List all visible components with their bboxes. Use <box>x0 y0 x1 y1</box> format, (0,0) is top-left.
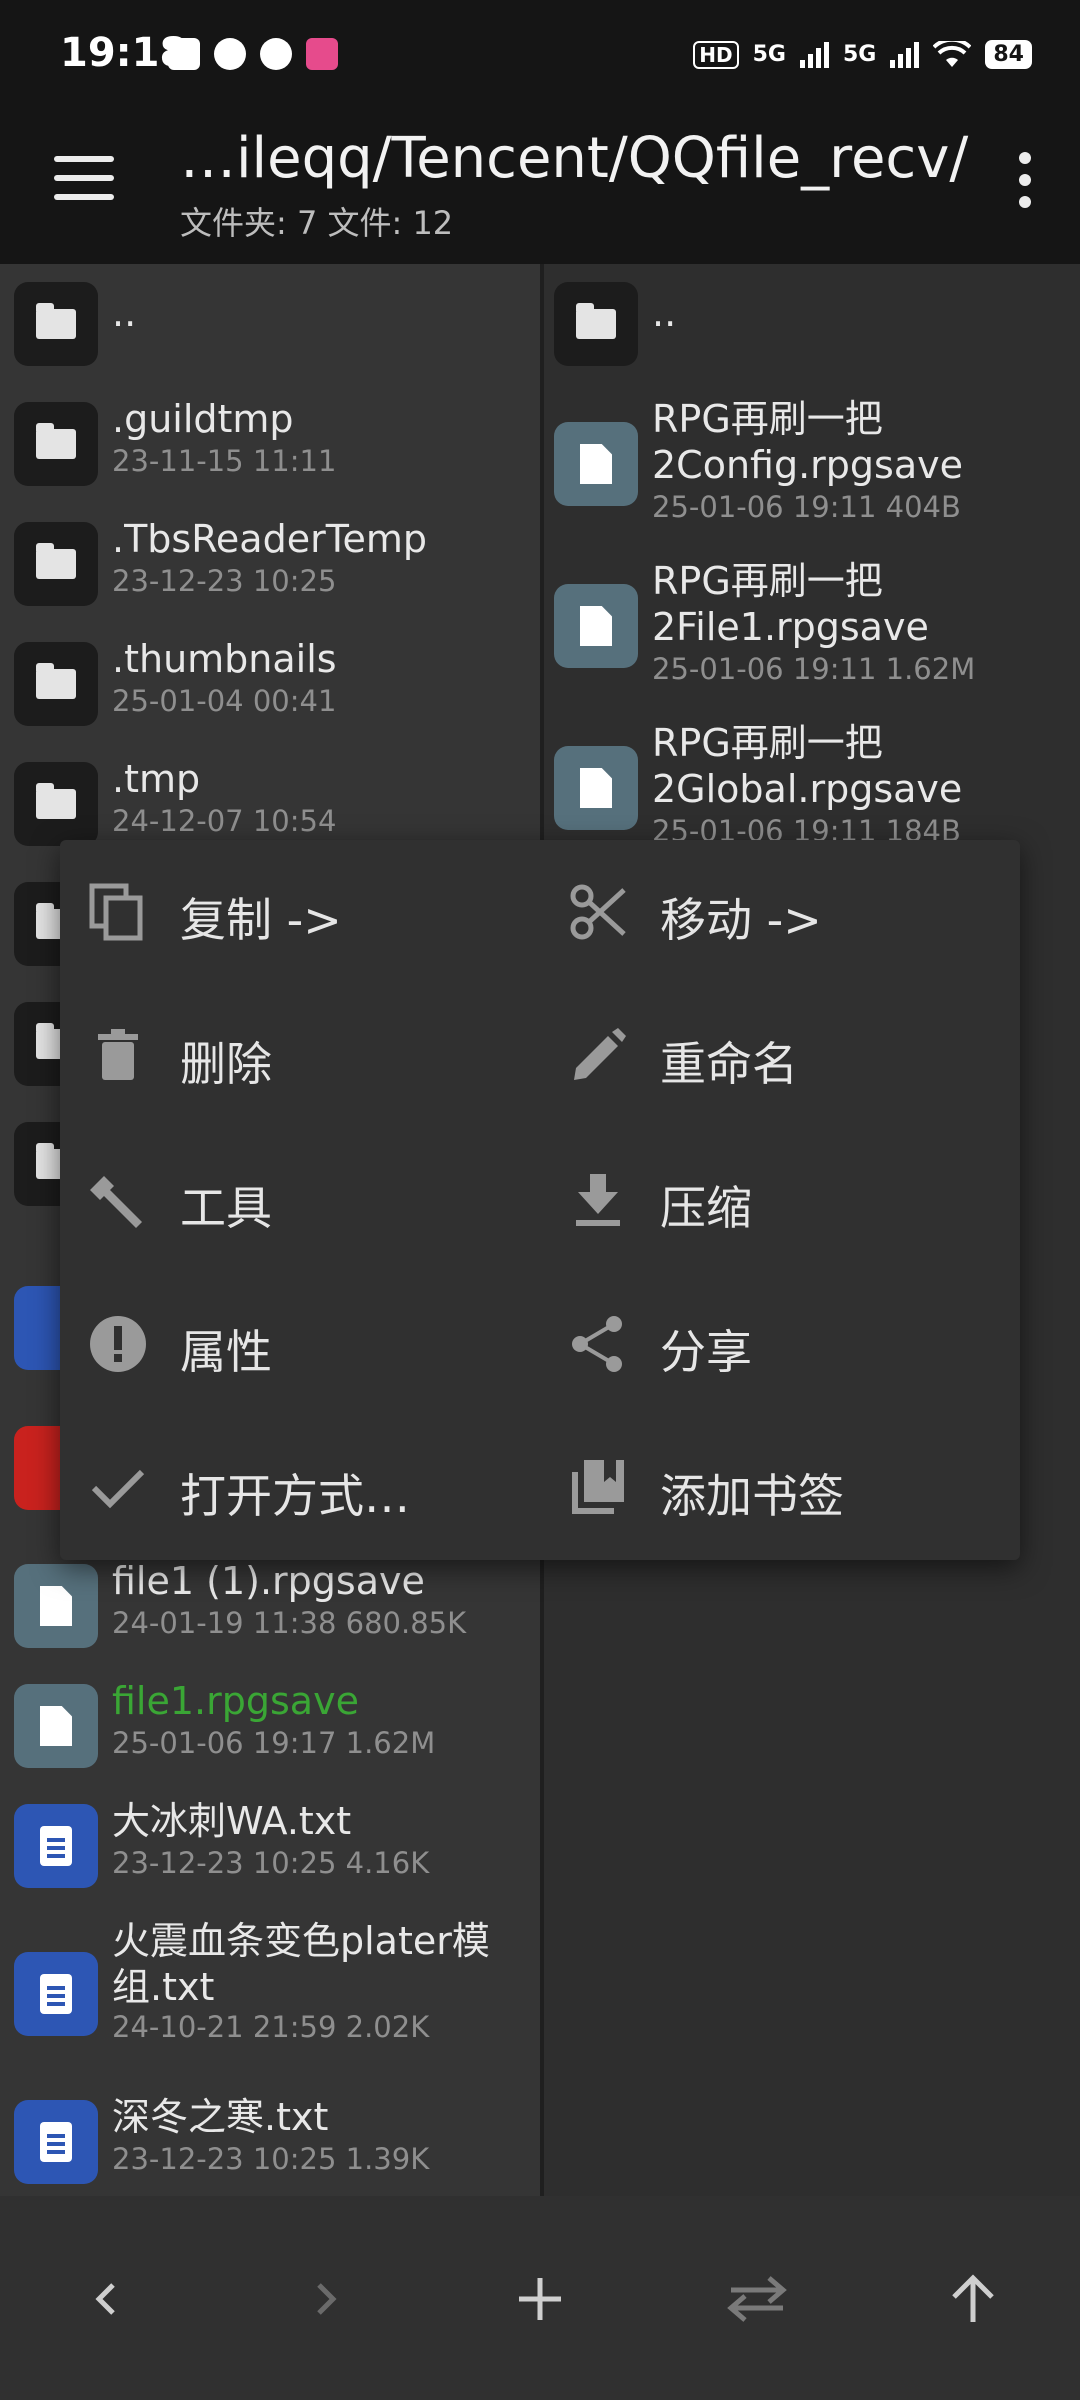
menu-item-properties[interactable]: 属性 <box>60 1272 530 1416</box>
menu-item-share[interactable]: 分享 <box>540 1272 1010 1416</box>
menu-item-copy[interactable]: 复制 -> <box>60 840 530 984</box>
delete-icon <box>88 1026 148 1086</box>
menu-item-label: 压缩 <box>660 1181 752 1235</box>
context-menu: 复制 -> 移动 -> 删除 重命名 工具 压缩 属性 分享 打开方式… 添加书… <box>60 840 1020 1560</box>
menu-item-move[interactable]: 移动 -> <box>540 840 1010 984</box>
wrench-icon <box>88 1170 148 1230</box>
menu-item-label: 添加书签 <box>660 1469 844 1523</box>
share-icon <box>568 1314 628 1374</box>
cut-icon <box>568 882 628 942</box>
menu-item-tools[interactable]: 工具 <box>60 1128 530 1272</box>
menu-item-label: 复制 -> <box>180 893 342 947</box>
menu-item-open-with[interactable]: 打开方式… <box>60 1416 530 1560</box>
check-icon <box>88 1458 148 1518</box>
download-icon <box>568 1170 628 1230</box>
menu-item-label: 属性 <box>180 1325 272 1379</box>
menu-item-rename[interactable]: 重命名 <box>540 984 1010 1128</box>
menu-item-label: 工具 <box>180 1181 272 1235</box>
menu-item-label: 分享 <box>660 1325 752 1379</box>
copy-icon <box>88 882 148 942</box>
menu-item-label: 移动 -> <box>660 893 822 947</box>
edit-icon <box>568 1026 628 1086</box>
bookmark-icon <box>568 1458 628 1518</box>
menu-item-label: 重命名 <box>660 1037 798 1091</box>
menu-item-bookmark[interactable]: 添加书签 <box>540 1416 1010 1560</box>
menu-item-label: 打开方式… <box>180 1469 410 1523</box>
menu-item-label: 删除 <box>180 1037 272 1091</box>
info-icon <box>88 1314 148 1374</box>
menu-item-delete[interactable]: 删除 <box>60 984 530 1128</box>
menu-item-compress[interactable]: 压缩 <box>540 1128 1010 1272</box>
